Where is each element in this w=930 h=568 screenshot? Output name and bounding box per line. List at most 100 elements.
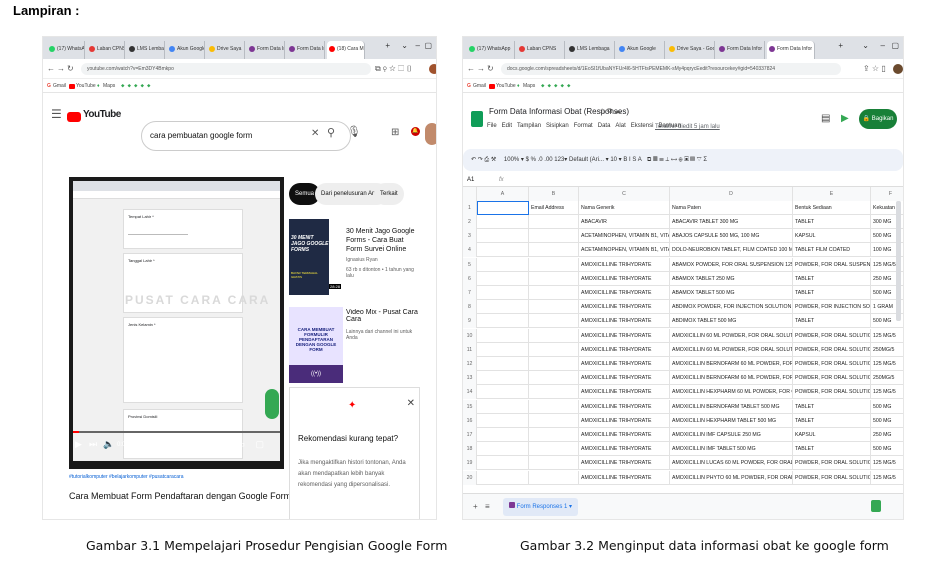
table-cell[interactable] (477, 300, 529, 315)
table-cell[interactable]: TABLET (793, 399, 871, 414)
table-cell[interactable]: AMOXICILLINE TRIHYDRATE (579, 271, 670, 286)
related-title-2[interactable]: Video Mix - Pusat Cara Cara (346, 309, 418, 323)
youtube-logo[interactable]: YouTube (83, 109, 121, 120)
table-cell[interactable]: AMOXICILLINE TRIHYDRATE (579, 470, 670, 485)
user-avatar[interactable] (425, 123, 436, 145)
table-cell[interactable] (477, 428, 529, 442)
vertical-scrollbar[interactable] (896, 201, 901, 321)
row-number[interactable]: 2 (463, 215, 477, 229)
search-input[interactable]: cara pembuatan google form (141, 121, 351, 151)
table-cell[interactable]: AMOXICILLINE TRIHYDRATE (579, 456, 670, 471)
forward-icon[interactable]: → (477, 64, 485, 74)
table-cell[interactable]: AMOXICILLIN BERNOFARM 60 ML POWDER, FOR … (670, 371, 793, 386)
table-cell[interactable] (529, 300, 579, 315)
progress-bar[interactable] (73, 431, 280, 433)
table-cell[interactable]: ABACAVIR TABLET 300 MG (670, 215, 793, 229)
row-number[interactable]: 20 (463, 470, 477, 485)
row-number[interactable]: 8 (463, 300, 477, 315)
table-cell[interactable] (477, 442, 529, 457)
bookmark-folder-icons[interactable]: ⬥⬥⬥⬥⬥ (541, 79, 574, 93)
menu-item[interactable]: Format (574, 123, 593, 129)
menu-item[interactable]: Tampilan (517, 123, 541, 129)
table-cell[interactable] (477, 257, 529, 272)
last-edit-link[interactable]: Terakhir diedit 5 jam lalu (655, 124, 720, 130)
row-number[interactable]: 7 (463, 286, 477, 300)
table-cell[interactable] (529, 215, 579, 229)
menu-item[interactable]: Sisipkan (546, 123, 569, 129)
table-cell[interactable]: TABLET (793, 442, 871, 457)
profile-avatar[interactable] (429, 64, 436, 74)
gmail-icon[interactable]: G (467, 79, 471, 93)
table-cell[interactable]: POWDER, FOR ORAL SOLUTION (793, 342, 871, 357)
browser-tab[interactable]: Form Data In (247, 41, 285, 59)
bookmark-maps[interactable]: Maps (523, 79, 535, 93)
browser-tab[interactable]: Drive Saya - Goo (667, 41, 715, 59)
table-cell[interactable]: AMOXICILLINE TRIHYDRATE (579, 257, 670, 272)
table-cell[interactable]: AMOXICILLIN BERNOFARM 60 ML POWDER, FOR … (670, 357, 793, 371)
table-cell[interactable]: AMOXICILLINE TRIHYDRATE (579, 385, 670, 400)
column-header[interactable]: E (793, 187, 871, 201)
table-cell[interactable]: AMOXICILLINE TRIHYDRATE (579, 357, 670, 371)
new-tab-icon[interactable]: + (838, 41, 843, 50)
browser-tab[interactable]: (18) Cara M (327, 41, 365, 59)
share-button[interactable]: 🔒 Bagikan (859, 109, 897, 129)
bookmark-youtube[interactable]: YouTube (496, 79, 516, 93)
table-cell[interactable]: ABAMOX POWDER, FOR ORAL SUSPENSION 125 M… (670, 257, 793, 272)
table-cell[interactable]: AMOXICILLINE TRIHYDRATE (579, 413, 670, 428)
related-title-1[interactable]: 30 Menit Jago Google Forms - Cara Buat F… (346, 227, 418, 254)
table-cell[interactable]: 500 MG (871, 442, 903, 456)
table-cell[interactable]: ACETAMINOPHEN, VITAMIN B1, VITAMIN B (579, 229, 670, 244)
table-cell[interactable]: TABLET FILM COATED (793, 243, 871, 258)
row-number[interactable]: 9 (463, 314, 477, 329)
row-number[interactable]: 13 (463, 371, 477, 386)
browser-tab[interactable]: Form Data Infor (717, 41, 765, 59)
row-number[interactable]: 10 (463, 328, 477, 343)
table-cell[interactable] (529, 286, 579, 300)
create-icon[interactable]: ⊞ (391, 128, 399, 138)
menu-icon[interactable]: ☰ (51, 108, 62, 120)
browser-tab[interactable]: Laban CPNS (87, 41, 125, 59)
browser-tab[interactable]: LMS Lembaga (567, 41, 615, 59)
next-icon[interactable]: ⏭ (89, 439, 97, 449)
toolbar-icons[interactable]: ⧉ ▦ ☰ ⊥ ⟷ ⊕ ▣ ▥ ▽ Σ (647, 157, 707, 163)
notifications-icon[interactable]: 🔔 (411, 127, 420, 136)
table-cell[interactable]: AMOXICILLINE TRIHYDRATE (579, 342, 670, 357)
table-cell[interactable]: ABAMOX TABLET 250 MG (670, 271, 793, 286)
sheets-logo-icon[interactable] (471, 111, 483, 127)
play-icon[interactable]: ▶ (75, 439, 82, 449)
table-cell[interactable]: POWDER, FOR ORAL SOLUTION (793, 357, 871, 371)
table-cell[interactable]: 125 MG/5 (871, 456, 903, 470)
close-icon[interactable]: ✕ (407, 398, 415, 409)
undo-redo-print-icons[interactable]: ↶ ↷ ⎙ ⚒ (471, 157, 496, 163)
bookmark-youtube[interactable]: YouTube (76, 79, 96, 93)
table-cell[interactable]: 250 MG (871, 428, 903, 442)
profile-avatar[interactable] (893, 64, 903, 74)
row-number[interactable]: 18 (463, 442, 477, 457)
row-number[interactable]: 3 (463, 229, 477, 244)
table-cell[interactable]: ABAJOS CAPSULE 500 MG, 100 MG (670, 229, 793, 244)
url-field[interactable]: docs.google.com/spreadsheets/d/1EoSI1fUb… (501, 63, 841, 75)
table-cell[interactable]: POWDER, FOR ORAL SOLUTION (793, 371, 871, 386)
table-cell[interactable] (529, 442, 579, 457)
table-cell[interactable]: 500 MG (871, 400, 903, 414)
table-cell[interactable]: POWDER, FOR ORAL SOLUTION (793, 456, 871, 471)
extensions-icon[interactable]: ⇪ ☆ ▯ (863, 64, 886, 74)
browser-tab[interactable]: Akun Google (167, 41, 205, 59)
table-cell[interactable] (529, 385, 579, 400)
column-header[interactable]: A (477, 187, 529, 201)
row-number[interactable]: 19 (463, 456, 477, 471)
bookmark-gmail[interactable]: Gmail (53, 79, 66, 93)
toolbar-controls[interactable]: 100% ▾ $ % .0 .00 123▾ Default (Ari... ▾… (504, 157, 641, 163)
table-cell[interactable] (529, 371, 579, 386)
reload-icon[interactable]: ↻ (487, 64, 494, 74)
table-cell[interactable]: AMOXICILLIN PHYTO 60 ML POWDER, FOR ORAL… (670, 470, 793, 485)
table-cell[interactable] (477, 342, 529, 357)
table-cell[interactable]: DOLO-NEUROBION TABLET, FILM COATED 100 M… (670, 243, 793, 258)
menu-item[interactable]: Data (598, 123, 611, 129)
table-cell[interactable]: Nama Generik (579, 201, 670, 215)
table-cell[interactable] (477, 229, 529, 244)
table-cell[interactable]: AMOXICILLIN IMF CAPSULE 250 MG (670, 428, 793, 442)
table-cell[interactable] (477, 357, 529, 371)
row-number[interactable]: 4 (463, 243, 477, 258)
row-number[interactable]: 12 (463, 357, 477, 371)
